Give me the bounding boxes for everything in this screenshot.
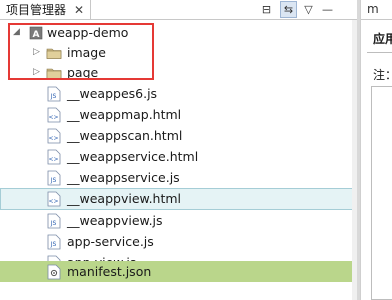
- html-file-icon: <>: [47, 191, 61, 207]
- js-file-icon: JS: [47, 86, 61, 102]
- close-icon[interactable]: ✕: [74, 3, 84, 17]
- tab-label: 项目管理器: [6, 3, 67, 17]
- tree-item-label: __weappes6.js: [67, 86, 158, 101]
- tree-item-folder[interactable]: ▷ page: [0, 62, 357, 84]
- tree-item-file[interactable]: JS app-service.js: [0, 231, 357, 253]
- tree-item-file[interactable]: <> __weappservice.html: [0, 146, 357, 168]
- svg-text:JS: JS: [50, 241, 57, 248]
- tree-item-folder[interactable]: ▷ image: [0, 42, 357, 64]
- collapse-all-icon[interactable]: ⊟: [258, 1, 275, 18]
- tree-item-label: __weappview.js: [67, 213, 163, 228]
- html-file-icon: <>: [47, 149, 61, 165]
- tree-item-label: weapp-demo: [47, 25, 129, 40]
- html-file-icon: <>: [47, 128, 61, 144]
- collapsed-arrow-icon[interactable]: ▷: [33, 47, 40, 57]
- tree-item-label: app-service.js: [67, 234, 154, 249]
- project-explorer-panel: 项目管理器 ✕ ⊟ ⇆ ▽ — ◢ A weapp-demo ▷ image ▷: [0, 0, 357, 300]
- explorer-tabbar: 项目管理器 ✕ ⊟ ⇆ ▽ —: [0, 0, 357, 20]
- editor-note: 注：: [373, 68, 392, 82]
- tree-item-file[interactable]: JS __weappview.js: [0, 210, 357, 232]
- collapsed-arrow-icon[interactable]: ▷: [33, 67, 40, 77]
- html-file-icon: <>: [47, 107, 61, 123]
- expand-arrow-icon[interactable]: ◢: [13, 27, 20, 37]
- minimize-icon[interactable]: —: [319, 1, 336, 18]
- tree-item-label: manifest.json: [67, 264, 152, 279]
- js-file-icon: JS: [47, 234, 61, 250]
- tree-item-file[interactable]: JS __weappes6.js: [0, 83, 357, 105]
- tree-item-file[interactable]: <> __weappmap.html: [0, 104, 357, 126]
- tree-item-label: __weappservice.html: [67, 149, 199, 164]
- tree-item-root[interactable]: ◢ A weapp-demo: [0, 22, 357, 44]
- js-file-icon: JS: [47, 213, 61, 229]
- svg-text:<>: <>: [48, 198, 58, 205]
- json-file-icon: [47, 264, 61, 280]
- project-icon: A: [29, 25, 43, 41]
- svg-text:<>: <>: [48, 114, 58, 121]
- svg-text:JS: JS: [50, 177, 57, 184]
- tree-item-file[interactable]: manifest.json: [0, 261, 357, 282]
- tree-item-label: __weappview.html: [67, 191, 182, 206]
- tree-item-label: __weappservice.js: [67, 170, 180, 185]
- tree-item-label: page: [67, 65, 99, 80]
- svg-text:<>: <>: [48, 135, 58, 142]
- svg-text:JS: JS: [50, 220, 57, 227]
- svg-text:A: A: [33, 30, 40, 40]
- editor-content-box: [371, 86, 392, 300]
- tree-item-label: image: [67, 45, 106, 60]
- tree-item-label: __weappscan.html: [67, 128, 183, 143]
- editor-divider: [367, 52, 392, 53]
- tab-project-explorer[interactable]: 项目管理器 ✕: [0, 0, 92, 19]
- js-file-icon: JS: [47, 170, 61, 186]
- editor-panel: m 应用 注：: [360, 0, 392, 300]
- tree-item-label: __weappmap.html: [67, 107, 182, 122]
- tree-item-file[interactable]: <> __weappscan.html: [0, 125, 357, 147]
- editor-title: 应用: [373, 32, 392, 46]
- svg-text:<>: <>: [48, 156, 58, 163]
- editor-tab[interactable]: m: [367, 2, 379, 16]
- editor-tabbar-divider: [361, 19, 392, 20]
- view-menu-icon[interactable]: ▽: [300, 1, 317, 18]
- tree-item-file[interactable]: <> __weappview.html: [0, 188, 357, 210]
- link-with-editor-icon[interactable]: ⇆: [280, 1, 297, 18]
- tree-item-file[interactable]: JS __weappservice.js: [0, 167, 357, 189]
- folder-icon: [46, 45, 62, 61]
- svg-text:JS: JS: [50, 93, 57, 100]
- folder-icon: [46, 65, 62, 81]
